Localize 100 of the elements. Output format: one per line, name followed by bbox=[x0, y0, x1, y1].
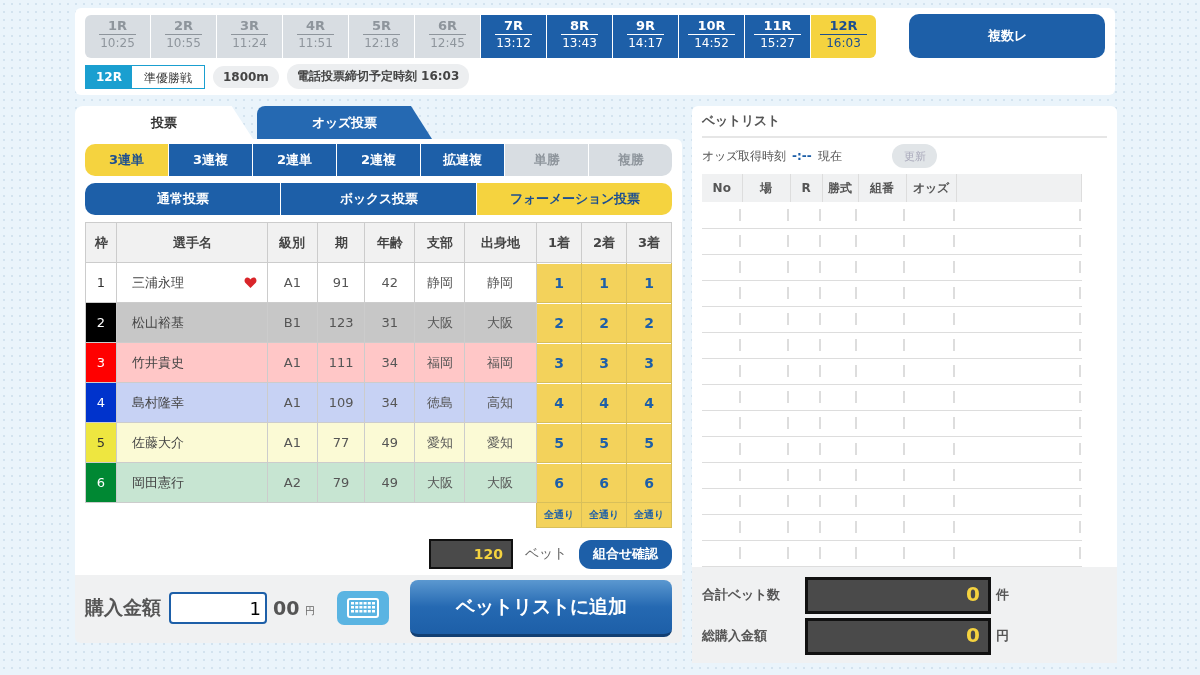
table-cell: 大阪 bbox=[414, 302, 465, 343]
column-header: R bbox=[801, 181, 811, 195]
pick-button[interactable]: 2 bbox=[582, 303, 626, 342]
table-cell: 愛知 bbox=[464, 422, 537, 463]
confirm-button[interactable]: 組合せ確認 bbox=[579, 539, 672, 569]
race-button[interactable]: 9R 14:17 bbox=[613, 14, 678, 58]
pick-button[interactable]: 6 bbox=[582, 463, 626, 502]
column-header: 選手名 bbox=[116, 222, 268, 263]
bet-method-button[interactable]: 通常投票 bbox=[85, 183, 280, 215]
hundreds-label: 00 bbox=[273, 597, 300, 619]
odds-time: -:-- bbox=[792, 149, 812, 163]
table-cell: A1 bbox=[267, 342, 318, 383]
bet-type-button[interactable]: 拡連複 bbox=[421, 144, 504, 176]
select-all-button[interactable]: 全通り bbox=[582, 503, 626, 527]
frame-cell: 5 bbox=[85, 422, 117, 463]
racer-name: 三浦永理 bbox=[132, 273, 184, 292]
column-header: オッズ bbox=[913, 180, 949, 195]
tab[interactable]: オッズ投票 bbox=[257, 106, 432, 139]
table-cell: A1 bbox=[267, 262, 318, 303]
table-cell: A2 bbox=[267, 462, 318, 503]
table-cell: 静岡 bbox=[464, 262, 537, 303]
table-cell: A1 bbox=[267, 422, 318, 463]
frame-cell: 1 bbox=[85, 262, 117, 303]
frame-cell: 3 bbox=[85, 342, 117, 383]
amount-field[interactable]: 1 bbox=[169, 592, 267, 624]
pick-button[interactable]: 1 bbox=[627, 263, 671, 302]
pick-button[interactable]: 1 bbox=[537, 263, 581, 302]
race-button[interactable]: 7R 13:12 bbox=[481, 14, 546, 58]
table-cell: 福岡 bbox=[464, 342, 537, 383]
pick-button[interactable]: 4 bbox=[627, 383, 671, 422]
table-cell: 34 bbox=[364, 342, 415, 383]
column-header: 級別 bbox=[267, 222, 318, 263]
table-cell: B1 bbox=[267, 302, 318, 343]
bet-type-button[interactable]: 3連複 bbox=[169, 144, 252, 176]
pick-button[interactable]: 2 bbox=[537, 303, 581, 342]
table-cell: 123 bbox=[317, 302, 365, 343]
pick-button[interactable]: 5 bbox=[627, 423, 671, 462]
odds-time-suffix: 現在 bbox=[817, 147, 842, 165]
column-header: 出身地 bbox=[464, 222, 537, 263]
bet-type-button[interactable]: 2連複 bbox=[337, 144, 420, 176]
pick-button[interactable]: 3 bbox=[627, 343, 671, 382]
column-header: 支部 bbox=[414, 222, 465, 263]
column-header: 期 bbox=[317, 222, 365, 263]
table-cell: 31 bbox=[364, 302, 415, 343]
race-button[interactable]: 8R 13:43 bbox=[547, 14, 612, 58]
pick-button[interactable]: 4 bbox=[582, 383, 626, 422]
bet-method-button[interactable]: フォーメーション投票 bbox=[477, 183, 672, 215]
pick-button[interactable]: 5 bbox=[582, 423, 626, 462]
keyboard-button[interactable] bbox=[337, 591, 390, 625]
frame-cell: 2 bbox=[85, 302, 117, 343]
column-header: 3着 bbox=[626, 222, 672, 263]
column-header: 勝式 bbox=[828, 180, 852, 195]
select-all-button[interactable]: 全通り bbox=[627, 503, 671, 527]
column-header: 2着 bbox=[581, 222, 627, 263]
table-cell: 49 bbox=[364, 422, 415, 463]
pick-button[interactable]: 3 bbox=[537, 343, 581, 382]
column-header: 組番 bbox=[870, 180, 894, 195]
table-cell: 大阪 bbox=[414, 462, 465, 503]
table-cell: 111 bbox=[317, 342, 365, 383]
table-cell: 福岡 bbox=[414, 342, 465, 383]
select-all-button[interactable]: 全通り bbox=[537, 503, 581, 527]
race-button[interactable]: 10R 14:52 bbox=[679, 14, 744, 58]
pick-button[interactable]: 3 bbox=[582, 343, 626, 382]
pick-button[interactable]: 5 bbox=[537, 423, 581, 462]
table-cell: 109 bbox=[317, 382, 365, 423]
pick-button[interactable]: 4 bbox=[537, 383, 581, 422]
total-label: 合計ベット数 bbox=[702, 586, 781, 604]
column-header: 場 bbox=[760, 180, 772, 195]
race-button[interactable]: 11R 15:27 bbox=[745, 14, 810, 58]
tab[interactable]: 投票 bbox=[75, 106, 253, 139]
racer-name: 佐藤大介 bbox=[132, 433, 184, 452]
amount-label: 購入金額 bbox=[85, 595, 161, 620]
table-cell: 49 bbox=[364, 462, 415, 503]
total-display: 0 bbox=[805, 617, 991, 655]
table-cell: 大阪 bbox=[464, 462, 537, 503]
odds-time-label: オッズ取得時刻 bbox=[702, 147, 786, 165]
yen-label: 円 bbox=[305, 604, 316, 618]
bet-type-button[interactable]: 2連単 bbox=[253, 144, 336, 176]
race-button[interactable]: 12R 16:03 bbox=[811, 14, 876, 58]
keyboard-icon bbox=[347, 598, 380, 618]
distance-label: 1800m bbox=[212, 65, 279, 88]
column-header: 年齢 bbox=[364, 222, 415, 263]
pick-button[interactable]: 2 bbox=[627, 303, 671, 342]
pick-button[interactable]: 6 bbox=[537, 463, 581, 502]
table-cell: 愛知 bbox=[414, 422, 465, 463]
panel-title: ベットリスト bbox=[702, 106, 1107, 138]
bet-type-button[interactable]: 3連単 bbox=[85, 144, 168, 176]
table-cell: 42 bbox=[364, 262, 415, 303]
multi-race-button[interactable]: 複数レ bbox=[909, 14, 1105, 58]
total-label: 総購入金額 bbox=[702, 627, 768, 645]
add-to-bet-list-button[interactable]: ベットリストに追加 bbox=[410, 579, 672, 637]
pick-button[interactable]: 6 bbox=[627, 463, 671, 502]
pick-button[interactable]: 1 bbox=[582, 263, 626, 302]
bet-method-button[interactable]: ボックス投票 bbox=[281, 183, 476, 215]
total-unit: 件 bbox=[996, 586, 1009, 604]
table-cell: 91 bbox=[317, 262, 365, 303]
table-cell: 79 bbox=[317, 462, 365, 503]
frame-cell: 6 bbox=[85, 462, 117, 503]
racer-name: 竹井貴史 bbox=[132, 353, 184, 372]
table-cell: 徳島 bbox=[414, 382, 465, 423]
